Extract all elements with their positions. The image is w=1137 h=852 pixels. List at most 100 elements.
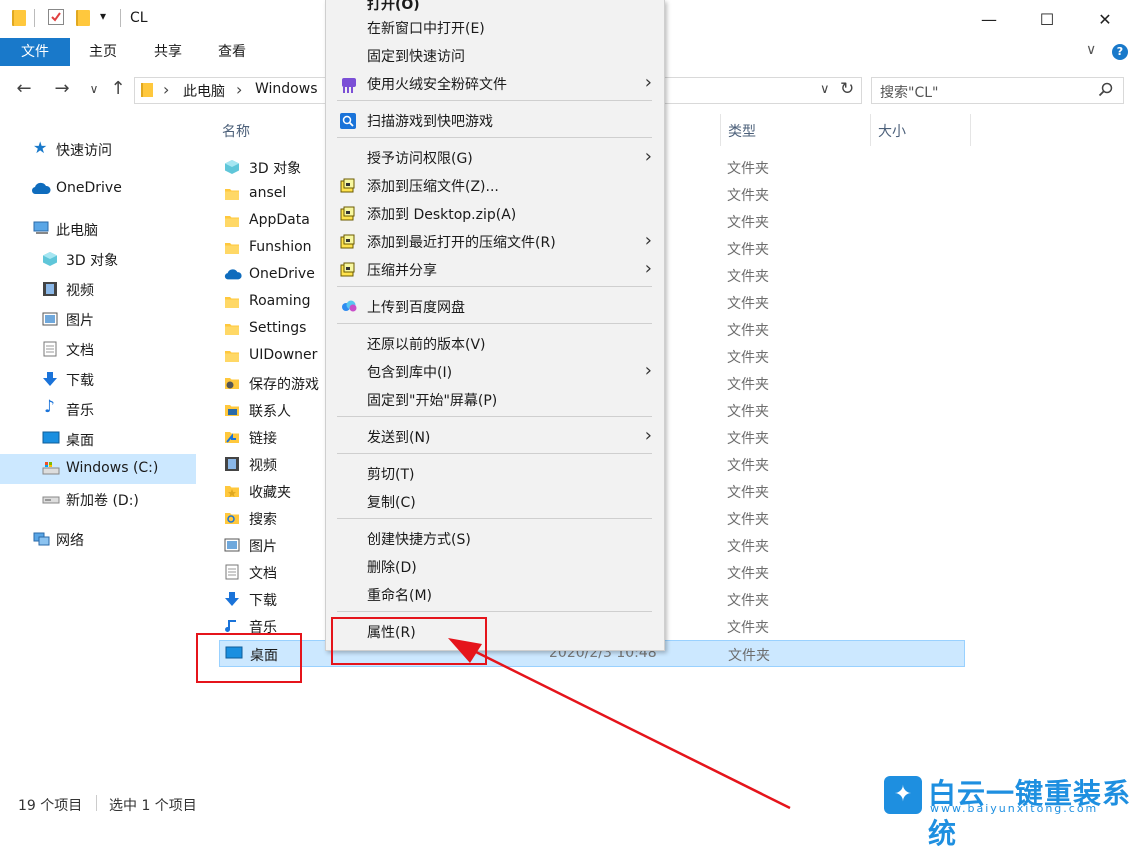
folder-icon [224,294,240,310]
desktop-icon [42,431,60,447]
context-menu-item[interactable]: 上传到百度网盘 [326,293,664,321]
context-menu-item-label: 添加到 Desktop.zip(A) [367,207,517,223]
context-menu-item-label: 还原以前的版本(V) [367,337,486,353]
archive-icon [340,234,356,250]
breadcrumb-this-pc[interactable]: 此电脑 [183,81,225,101]
sidebar-item-onedrive[interactable]: OneDrive [0,174,196,204]
video-icon [42,281,58,297]
document-icon [42,341,58,357]
context-menu-item[interactable]: 重命名(M) [326,581,664,609]
column-divider[interactable] [970,114,971,146]
file-name: UIDowner [249,347,318,363]
column-header-size[interactable]: 大小 [878,121,906,141]
context-menu-item-label: 剪切(T) [367,467,415,483]
breadcrumb-separator[interactable]: › [236,80,242,99]
context-menu-item[interactable]: 固定到快速访问 [326,42,664,70]
file-name: Roaming [249,293,311,309]
breadcrumb-windows[interactable]: Windows [255,81,318,97]
chevron-right-icon: › [644,230,652,251]
qat-dropdown-icon[interactable]: ▾ [100,9,106,23]
sidebar-item-videos[interactable]: 视频 [0,274,196,304]
context-menu-item-label: 包含到库中(I) [367,365,453,381]
sidebar-item-windows-c[interactable]: Windows (C:) [0,454,196,484]
sidebar-item-label: 文档 [66,343,94,359]
properties-icon[interactable] [48,9,64,25]
cube-icon [42,251,58,267]
menu-separator [337,323,652,324]
context-menu-item[interactable]: 发送到(N) › [326,423,664,451]
file-name: ansel [249,185,287,201]
folder-icon [224,348,240,364]
column-header-type[interactable]: 类型 [728,121,756,141]
sidebar-item-3d-objects[interactable]: 3D 对象 [0,244,196,274]
menu-separator [337,453,652,454]
sidebar-item-music[interactable]: ♪ 音乐 [0,394,196,424]
tab-home[interactable]: 主页 [74,38,132,66]
file-name: Settings [249,320,307,336]
file-name: AppData [249,212,310,228]
chevron-right-icon: › [644,72,652,93]
context-menu-item[interactable]: 剪切(T) [326,460,664,488]
sidebar-item-label: 音乐 [66,403,94,419]
context-menu-item[interactable]: 包含到库中(I) › [326,358,664,386]
annotation-arrow [448,638,791,810]
column-header-name[interactable]: 名称 [222,121,250,141]
sidebar-item-label: 快速访问 [56,143,112,159]
context-menu-item-label: 创建快捷方式(S) [367,532,471,548]
breadcrumb-separator[interactable]: › [163,80,169,99]
tab-file[interactable]: 文件 [0,38,70,66]
address-dropdown-icon[interactable]: ∨ [820,82,830,97]
context-menu-item-label: 发送到(N) [367,430,431,446]
context-menu-item[interactable]: 添加到 Desktop.zip(A) [326,200,664,228]
context-menu-item[interactable]: 创建快捷方式(S) [326,525,664,553]
column-divider[interactable] [720,114,721,146]
up-button[interactable]: ↑ [106,78,130,99]
document-icon [224,564,240,580]
sidebar-item-downloads[interactable]: 下载 [0,364,196,394]
forward-button[interactable]: → [50,78,74,99]
file-type: 文件夹 [727,188,769,204]
sidebar-item-network[interactable]: 网络 [0,524,196,554]
download-icon [42,371,58,387]
sidebar-item-documents[interactable]: 文档 [0,334,196,364]
sidebar-item-new-volume-d[interactable]: 新加卷 (D:) [0,484,196,514]
back-button[interactable]: ← [12,78,36,99]
tab-view[interactable]: 查看 [202,38,262,66]
context-menu-item[interactable]: 授予访问权限(G) › [326,144,664,172]
context-menu-item[interactable]: 压缩并分享 › [326,256,664,284]
context-menu-item[interactable]: 使用火绒安全粉碎文件 › [326,70,664,98]
context-menu-item-label: 上传到百度网盘 [367,300,465,316]
help-icon[interactable]: ? [1112,44,1128,60]
recent-locations-icon[interactable]: ∨ [82,82,106,96]
context-menu-item[interactable]: 添加到压缩文件(Z)... [326,172,664,200]
search-placeholder: 搜索"CL" [880,85,939,101]
maximize-button[interactable]: ☐ [1018,0,1076,38]
search-folder-icon [224,510,240,526]
ribbon-expand-icon[interactable]: ∨ [1086,42,1096,58]
file-name: 收藏夹 [249,485,291,501]
file-name: Funshion [249,239,312,255]
sidebar-item-this-pc[interactable]: 此电脑 [0,214,196,244]
sidebar-item-quick-access[interactable]: ★ 快速访问 [0,134,196,164]
context-menu-item[interactable]: 扫描游戏到快吧游戏 [326,107,664,135]
sidebar-item-desktop[interactable]: 桌面 [0,424,196,454]
computer-icon [33,221,49,237]
minimize-button[interactable]: — [960,0,1018,38]
refresh-icon[interactable]: ↻ [840,79,854,99]
new-folder-icon[interactable] [76,10,90,26]
context-menu-item[interactable]: 在新窗口中打开(E) [326,14,664,42]
divider [96,795,97,811]
sidebar-item-pictures[interactable]: 图片 [0,304,196,334]
context-menu-item[interactable]: 删除(D) [326,553,664,581]
tab-share[interactable]: 共享 [138,38,198,66]
column-divider[interactable] [870,114,871,146]
context-menu-item[interactable]: 还原以前的版本(V) [326,330,664,358]
close-button[interactable]: ✕ [1076,0,1134,38]
context-menu-item[interactable]: 复制(C) [326,488,664,516]
context-menu-item[interactable]: 添加到最近打开的压缩文件(R) › [326,228,664,256]
file-name: 下载 [249,593,277,609]
context-menu-item[interactable]: 固定到"开始"屏幕(P) [326,386,664,414]
context-menu-item-label: 使用火绒安全粉碎文件 [367,77,507,93]
file-name: 保存的游戏 [249,377,319,393]
video-icon [224,456,240,472]
